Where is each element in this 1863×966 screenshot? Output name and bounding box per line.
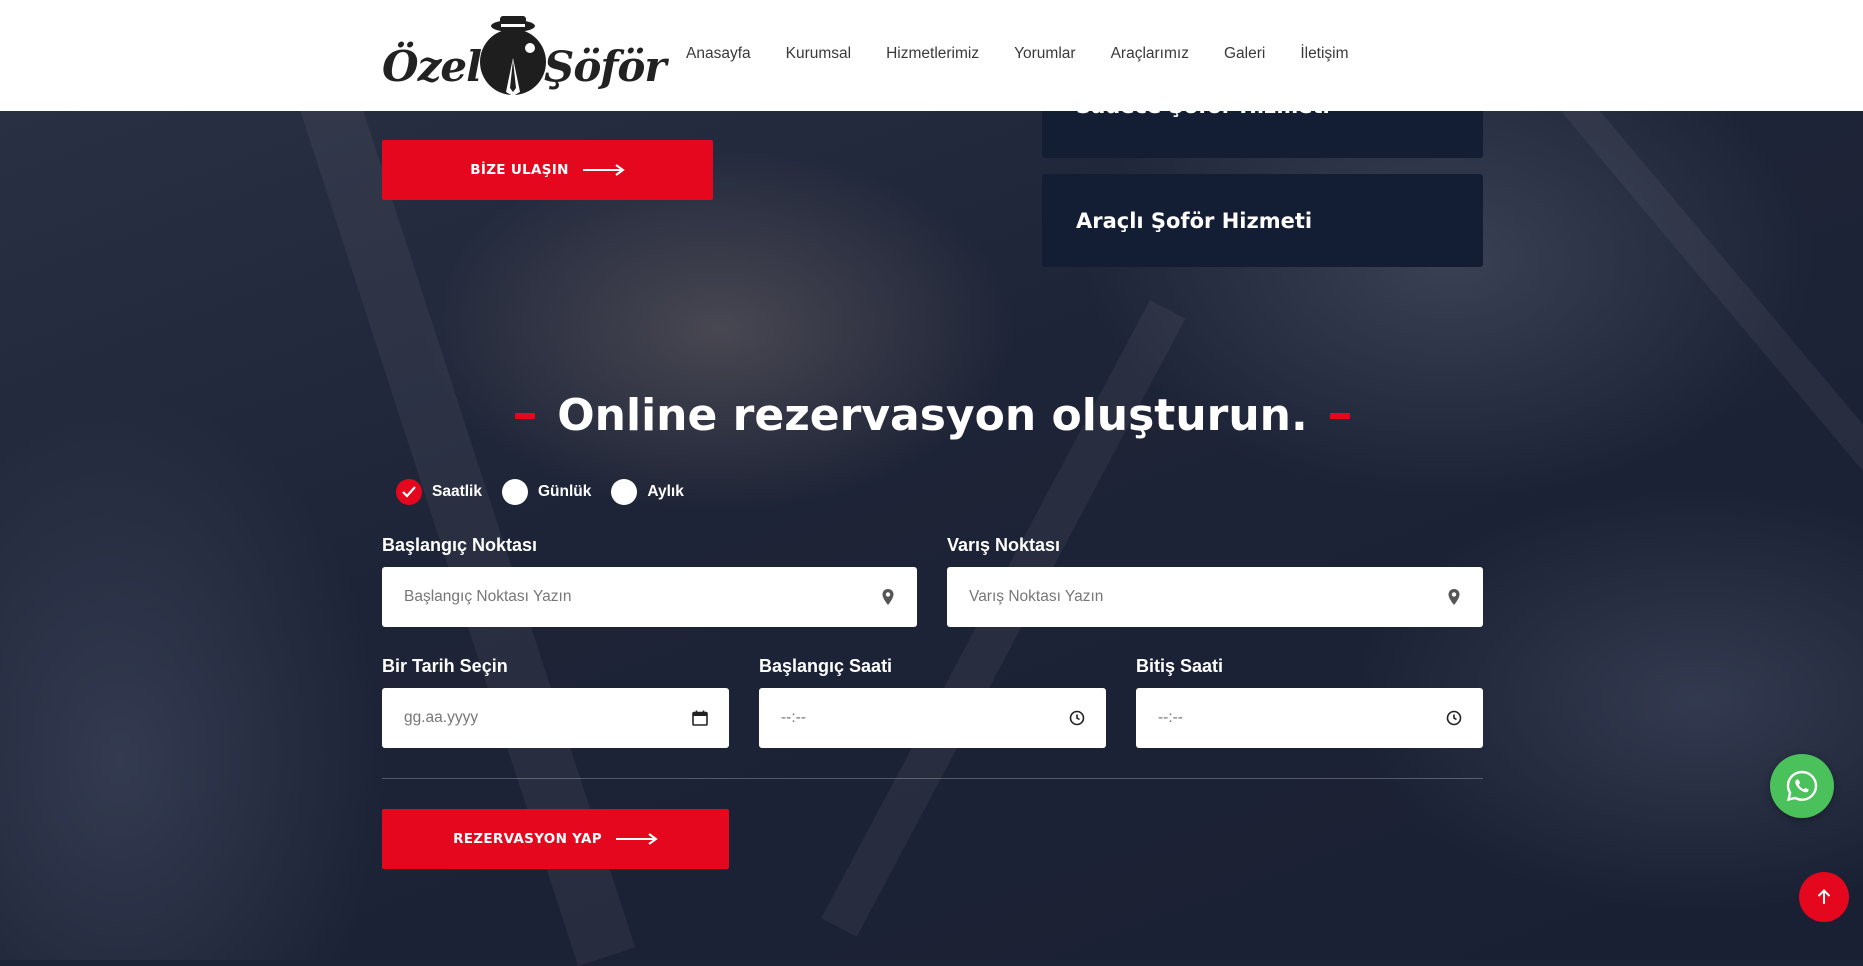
date-input[interactable]	[402, 708, 691, 728]
end-point-input[interactable]	[967, 587, 1445, 607]
logo-word-sofor: Şöför	[544, 42, 667, 91]
radio-unchecked-icon	[501, 479, 528, 505]
logo-word-ozel: Özel	[382, 42, 482, 91]
start-point-field	[382, 567, 917, 627]
radio-checked-icon	[396, 479, 422, 505]
calendar-icon[interactable]	[691, 709, 709, 727]
start-point-input[interactable]	[402, 587, 879, 607]
service-card-label: Araçlı Şoför Hizmeti	[1076, 208, 1313, 233]
logo[interactable]: Özel Şöför	[382, 12, 667, 98]
nav-iletisim[interactable]: İletişim	[1300, 45, 1348, 67]
hero-background	[0, 0, 1863, 966]
main-nav: Anasayfa Kurumsal Hizmetlerimiz Yorumlar…	[686, 45, 1384, 67]
radio-saatlik[interactable]: Saatlik	[396, 479, 482, 505]
arrow-up-icon	[1817, 889, 1831, 904]
clock-icon[interactable]	[1068, 709, 1086, 727]
contact-button[interactable]: BİZE ULAŞIN	[382, 140, 713, 200]
start-point-label: Başlangıç Noktası	[382, 535, 538, 555]
reservation-title: Online rezervasyon oluşturun.	[382, 390, 1483, 441]
radio-label: Aylık	[647, 483, 684, 500]
nav-anasayfa[interactable]: Anasayfa	[686, 45, 751, 67]
reserve-button[interactable]: REZERVASYON YAP	[382, 809, 729, 869]
end-time-label: Bitiş Saati	[1136, 656, 1224, 676]
scroll-to-top-button[interactable]	[1799, 872, 1849, 922]
whatsapp-button[interactable]	[1770, 754, 1834, 818]
start-time-input[interactable]	[779, 708, 1068, 728]
form-divider	[382, 778, 1483, 779]
nav-yorumlar[interactable]: Yorumlar	[1014, 45, 1075, 67]
map-pin-icon	[1448, 589, 1460, 605]
date-field	[382, 688, 729, 748]
nav-araclarimiz[interactable]: Araçlarımız	[1111, 45, 1189, 67]
reserve-button-label: REZERVASYON YAP	[453, 831, 602, 847]
contact-button-label: BİZE ULAŞIN	[470, 162, 569, 178]
arrow-right-icon	[615, 833, 658, 845]
radio-label: Saatlik	[432, 483, 482, 500]
map-pin-icon	[882, 589, 894, 605]
title-dash-left	[515, 412, 536, 419]
clock-icon[interactable]	[1445, 709, 1463, 727]
nav-hizmetlerimiz[interactable]: Hizmetlerimiz	[886, 45, 979, 67]
end-point-field	[947, 567, 1483, 627]
nav-kurumsal[interactable]: Kurumsal	[786, 45, 851, 67]
arrow-right-icon	[582, 164, 625, 176]
date-label: Bir Tarih Seçin	[382, 656, 508, 676]
service-card-driver-with-car[interactable]: Araçlı Şoför Hizmeti	[1042, 174, 1483, 267]
radio-unchecked-icon	[611, 479, 638, 505]
whatsapp-icon	[1786, 770, 1818, 802]
end-time-input[interactable]	[1156, 708, 1445, 728]
start-time-label: Başlangıç Saati	[759, 656, 893, 676]
nav-galeri[interactable]: Galeri	[1224, 45, 1265, 67]
end-point-label: Varış Noktası	[947, 535, 1061, 555]
site-header: Özel Şöför Anasayfa Kurumsal Hizmetlerim…	[0, 0, 1863, 111]
reservation-type-group: Saatlik Günlük Aylık	[396, 478, 704, 506]
radio-aylik[interactable]: Aylık	[611, 479, 684, 505]
title-dash-right	[1329, 412, 1350, 419]
radio-gunluk[interactable]: Günlük	[501, 479, 592, 505]
radio-label: Günlük	[537, 483, 592, 500]
start-time-field	[759, 688, 1106, 748]
reservation-title-text: Online rezervasyon oluşturun.	[557, 390, 1308, 441]
end-time-field	[1136, 688, 1483, 748]
